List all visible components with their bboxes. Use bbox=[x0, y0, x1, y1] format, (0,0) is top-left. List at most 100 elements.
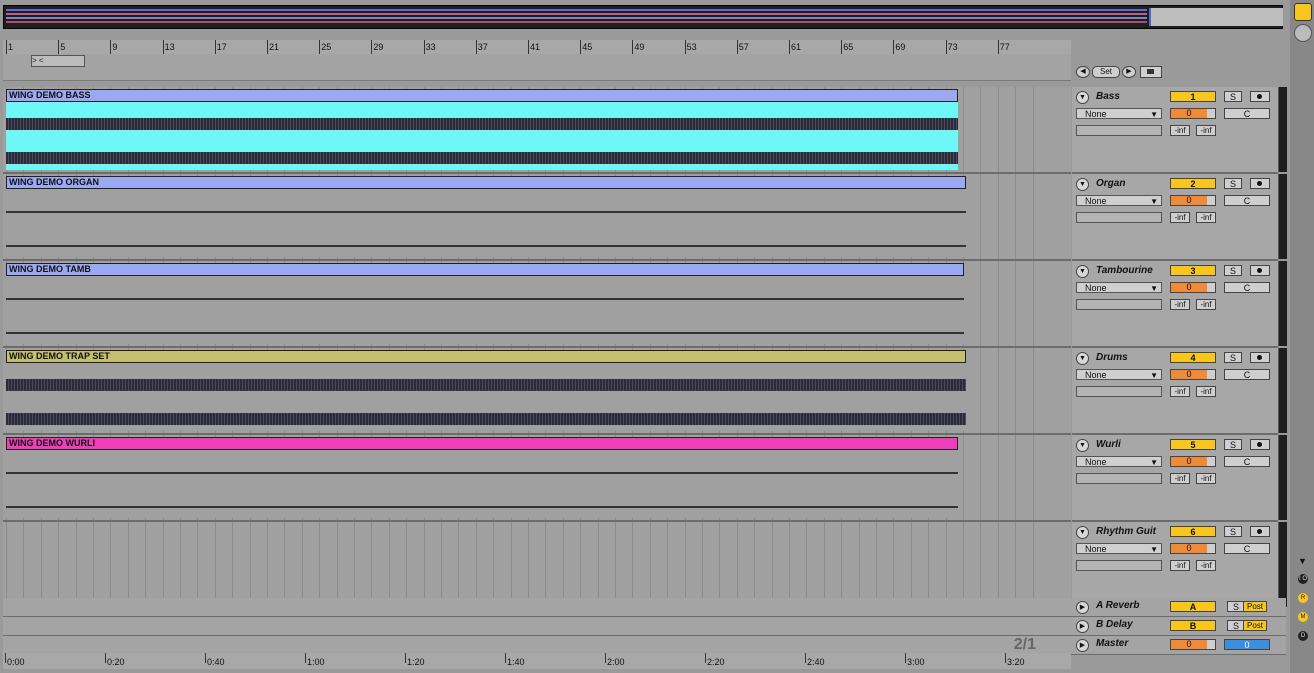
track-activator[interactable]: 5 bbox=[1170, 439, 1216, 450]
menu-icon[interactable] bbox=[1294, 3, 1312, 21]
track-name[interactable]: Drums bbox=[1096, 352, 1128, 363]
input-channel-select[interactable] bbox=[1076, 473, 1162, 484]
clip-waveform-area[interactable] bbox=[6, 450, 958, 518]
track-name[interactable]: Tambourine bbox=[1096, 265, 1153, 276]
track-lane[interactable]: WING DEMO BASS bbox=[3, 87, 1071, 174]
arm-record-button[interactable] bbox=[1250, 352, 1270, 363]
post-button[interactable]: Post bbox=[1243, 601, 1267, 612]
track-header[interactable]: ▼ Tambourine None ▼ 3 0 S C -inf -inf bbox=[1072, 261, 1278, 348]
return-track-b[interactable]: ▶ B Delay B S Post bbox=[3, 617, 1286, 636]
solo-button[interactable]: S bbox=[1224, 91, 1242, 102]
expand-icon[interactable]: ▶ bbox=[1076, 601, 1089, 614]
track-lane[interactable]: WING DEMO ORGAN bbox=[3, 174, 1071, 261]
expand-icon[interactable]: ▶ bbox=[1076, 639, 1089, 652]
solo-button[interactable]: S bbox=[1224, 178, 1242, 189]
fold-icon[interactable]: ▼ bbox=[1076, 91, 1089, 104]
io-toggle-icon[interactable]: I O bbox=[1298, 574, 1308, 584]
input-type-select[interactable]: None ▼ bbox=[1076, 282, 1162, 293]
fold-icon[interactable]: ▼ bbox=[1076, 352, 1089, 365]
input-channel-select[interactable] bbox=[1076, 125, 1162, 136]
clip-waveform-area[interactable] bbox=[6, 102, 958, 170]
fold-icon[interactable]: ▼ bbox=[1076, 265, 1089, 278]
clip-waveform-area[interactable] bbox=[6, 189, 966, 257]
volume-slider[interactable]: 0 bbox=[1170, 108, 1216, 119]
post-button[interactable]: Post bbox=[1243, 620, 1267, 631]
return-track-a[interactable]: ▶ A Reverb A S Post bbox=[3, 598, 1286, 617]
expand-icon[interactable]: ▶ bbox=[1076, 620, 1089, 633]
clip-header[interactable]: WING DEMO ORGAN bbox=[6, 176, 966, 189]
pan-knob[interactable]: C bbox=[1224, 108, 1270, 119]
pan-knob[interactable]: C bbox=[1224, 543, 1270, 554]
overview-visible-region[interactable] bbox=[1149, 8, 1283, 26]
time-ruler[interactable]: 0:00 0:20 0:40 1:00 1:20 1:40 2:00 2:20 2:40 3:00… bbox=[3, 653, 1071, 669]
scroll-down-icon[interactable]: ▼ bbox=[1298, 556, 1307, 566]
track-lane[interactable]: WING DEMO TRAP SET bbox=[3, 348, 1071, 435]
input-type-select[interactable]: None ▼ bbox=[1076, 456, 1162, 467]
track-activator[interactable]: 4 bbox=[1170, 352, 1216, 363]
mixer-toggle-icon[interactable]: M bbox=[1298, 612, 1308, 622]
volume-slider[interactable]: 0 bbox=[1170, 456, 1216, 467]
track-lane[interactable]: WING DEMO TAMB bbox=[3, 261, 1071, 348]
track-name[interactable]: Wurli bbox=[1096, 439, 1121, 450]
arrangement-overview[interactable] bbox=[3, 5, 1283, 29]
input-type-select[interactable]: None ▼ bbox=[1076, 369, 1162, 380]
pan-knob[interactable]: C bbox=[1224, 456, 1270, 467]
track-name[interactable]: Bass bbox=[1096, 91, 1120, 102]
track-lane[interactable]: WING DEMO WURLI bbox=[3, 435, 1071, 522]
clip-header[interactable]: WING DEMO WURLI bbox=[6, 437, 958, 450]
pan-knob[interactable]: C bbox=[1224, 195, 1270, 206]
track-lane[interactable] bbox=[3, 522, 1071, 609]
clip-header[interactable]: WING DEMO BASS bbox=[6, 89, 958, 102]
input-channel-select[interactable] bbox=[1076, 212, 1162, 223]
return-letter[interactable]: A bbox=[1170, 601, 1216, 612]
input-type-select[interactable]: None ▼ bbox=[1076, 543, 1162, 554]
track-activator[interactable]: 1 bbox=[1170, 91, 1216, 102]
clip-header[interactable]: WING DEMO TAMB bbox=[6, 263, 964, 276]
volume-slider[interactable]: 0 bbox=[1170, 282, 1216, 293]
track-header[interactable]: ▼ Wurli None ▼ 5 0 S C -inf -inf bbox=[1072, 435, 1278, 522]
previous-locator-button[interactable]: ◀ bbox=[1076, 66, 1090, 78]
master-volume[interactable]: 0 bbox=[1170, 639, 1216, 650]
arm-record-button[interactable] bbox=[1250, 439, 1270, 450]
next-locator-button[interactable]: ▶ bbox=[1122, 66, 1136, 78]
set-locator-button[interactable]: Set bbox=[1092, 66, 1120, 78]
track-header[interactable]: ▼ Rhythm Guit None ▼ 6 0 S C -inf -inf bbox=[1072, 522, 1278, 609]
return-letter[interactable]: B bbox=[1170, 620, 1216, 631]
loop-brace[interactable]: > < bbox=[31, 55, 85, 67]
pause-icon[interactable] bbox=[1294, 24, 1312, 42]
cue-volume[interactable]: 0 bbox=[1224, 639, 1270, 650]
solo-button[interactable]: S bbox=[1224, 526, 1242, 537]
fold-icon[interactable]: ▼ bbox=[1076, 526, 1089, 539]
track-activator[interactable]: 3 bbox=[1170, 265, 1216, 276]
clip-waveform-area[interactable] bbox=[6, 276, 964, 344]
input-type-select[interactable]: None ▼ bbox=[1076, 108, 1162, 119]
track-activator[interactable]: 6 bbox=[1170, 526, 1216, 537]
track-name[interactable]: Rhythm Guit bbox=[1096, 526, 1156, 537]
pan-knob[interactable]: C bbox=[1224, 369, 1270, 380]
arm-record-button[interactable] bbox=[1250, 91, 1270, 102]
track-header[interactable]: ▼ Organ None ▼ 2 0 S C -inf -inf bbox=[1072, 174, 1278, 261]
delay-toggle-icon[interactable]: D bbox=[1298, 631, 1308, 641]
track-name[interactable]: Organ bbox=[1096, 178, 1125, 189]
volume-slider[interactable]: 0 bbox=[1170, 369, 1216, 380]
input-type-select[interactable]: None ▼ bbox=[1076, 195, 1162, 206]
fold-icon[interactable]: ▼ bbox=[1076, 439, 1089, 452]
loop-bar[interactable]: > < bbox=[3, 54, 1071, 81]
lock-envelopes-button[interactable] bbox=[1140, 66, 1162, 78]
returns-toggle-icon[interactable]: R bbox=[1298, 593, 1308, 603]
track-header[interactable]: ▼ Drums None ▼ 4 0 S C -inf -inf bbox=[1072, 348, 1278, 435]
arm-record-button[interactable] bbox=[1250, 265, 1270, 276]
arm-record-button[interactable] bbox=[1250, 178, 1270, 189]
input-channel-select[interactable] bbox=[1076, 386, 1162, 397]
solo-button[interactable]: S bbox=[1224, 439, 1242, 450]
solo-button[interactable]: S bbox=[1224, 265, 1242, 276]
solo-button[interactable]: S bbox=[1224, 352, 1242, 363]
input-channel-select[interactable] bbox=[1076, 560, 1162, 571]
volume-slider[interactable]: 0 bbox=[1170, 195, 1216, 206]
arm-record-button[interactable] bbox=[1250, 526, 1270, 537]
clip-header[interactable]: WING DEMO TRAP SET bbox=[6, 350, 966, 363]
input-channel-select[interactable] bbox=[1076, 299, 1162, 310]
volume-slider[interactable]: 0 bbox=[1170, 543, 1216, 554]
clip-waveform-area[interactable] bbox=[6, 363, 966, 431]
track-header[interactable]: ▼ Bass None ▼ 1 0 S C -inf -inf bbox=[1072, 87, 1278, 174]
